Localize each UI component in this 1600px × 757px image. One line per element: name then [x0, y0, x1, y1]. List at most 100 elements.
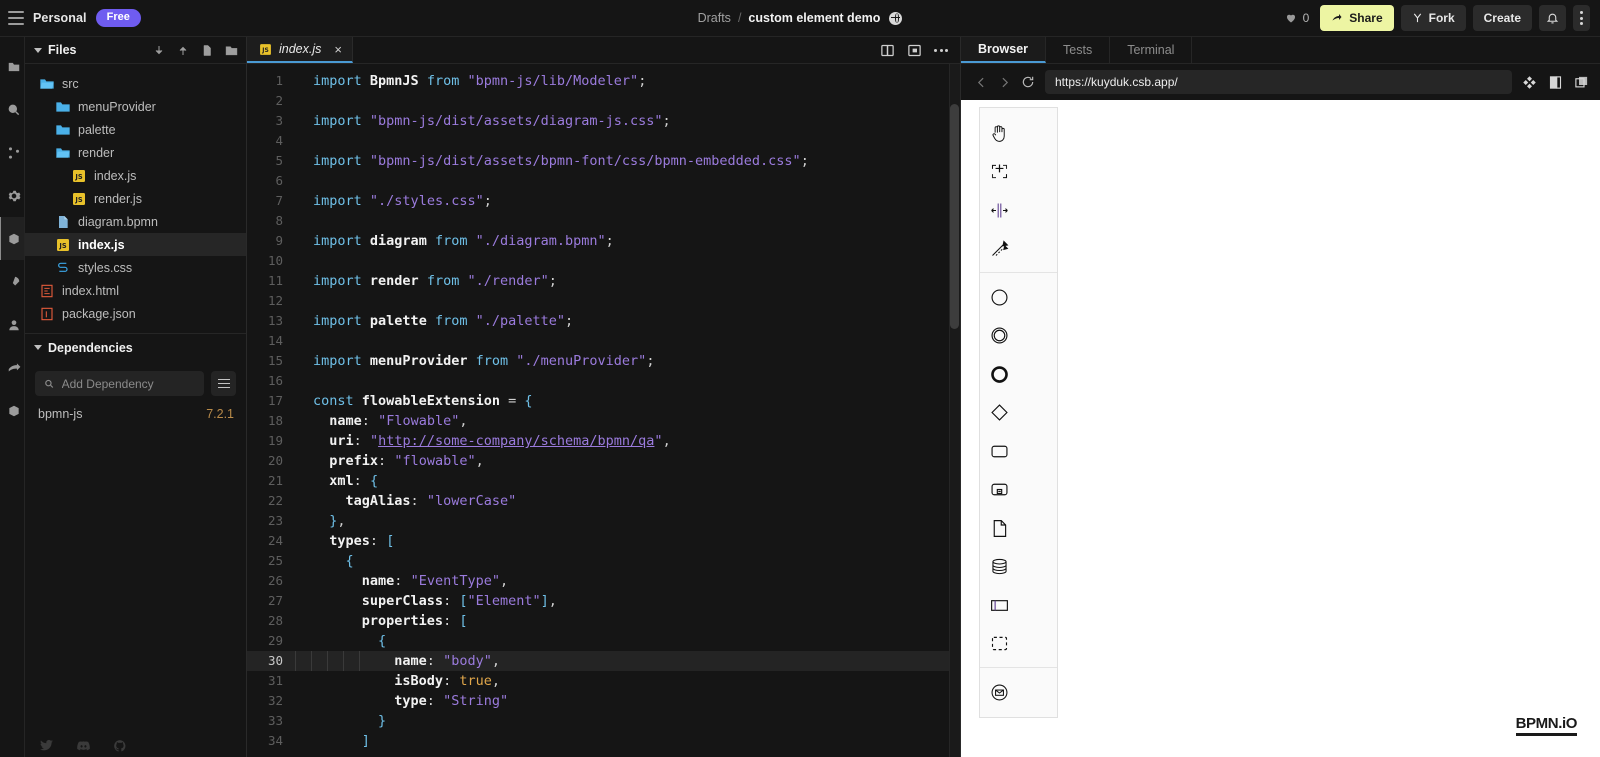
data-store-icon[interactable] — [980, 548, 1020, 587]
twitter-icon[interactable] — [39, 739, 54, 753]
rail-item-deploy[interactable] — [0, 260, 24, 303]
rail-item-git[interactable] — [0, 131, 24, 174]
kebab-menu-icon — [1580, 11, 1583, 25]
intermediate-event-icon[interactable] — [980, 317, 1020, 356]
tree-item-index-js[interactable]: JS index.js — [25, 233, 246, 256]
rail-item-settings[interactable] — [0, 174, 24, 217]
github-icon[interactable] — [113, 739, 127, 753]
rail-item-dependencies[interactable] — [0, 217, 24, 260]
task-icon[interactable] — [980, 432, 1020, 471]
overflow-menu-button[interactable] — [1573, 5, 1590, 31]
browser-back-button[interactable] — [975, 76, 988, 89]
code-line: 28 properties: [ — [247, 611, 960, 631]
line-number: 11 — [267, 273, 283, 288]
dependency-list: bpmn-js 7.2.1 — [25, 402, 246, 426]
create-button[interactable]: Create — [1472, 5, 1532, 31]
line-text — [295, 291, 313, 311]
gateway-icon[interactable] — [980, 394, 1020, 433]
tree-item-index-js[interactable]: JS index.js — [25, 164, 246, 187]
upload-icon[interactable] — [177, 44, 189, 57]
dependency-search-box[interactable] — [35, 371, 204, 396]
rail-item-search[interactable] — [0, 88, 24, 131]
line-number: 16 — [267, 373, 283, 388]
caret-down-icon[interactable] — [34, 47, 42, 53]
dependency-menu-button[interactable] — [211, 371, 236, 396]
tree-item-render-js[interactable]: JS render.js — [25, 187, 246, 210]
share-button[interactable]: Share — [1320, 5, 1394, 31]
tree-item-menuProvider[interactable]: menuProvider — [25, 95, 246, 118]
group-icon[interactable] — [980, 625, 1020, 664]
split-editor-icon[interactable] — [880, 43, 895, 58]
bpmn-canvas[interactable]: BPMN.iO — [961, 100, 1600, 757]
new-folder-icon[interactable] — [225, 44, 238, 57]
url-field[interactable] — [1045, 70, 1512, 94]
editor-tab-index-js[interactable]: JS index.js × — [247, 37, 353, 63]
connect-tool-icon[interactable] — [980, 230, 1020, 269]
rail-item-account[interactable] — [0, 303, 24, 346]
dependency-search-input[interactable] — [61, 376, 195, 391]
tree-item-render[interactable]: render — [25, 141, 246, 164]
line-text: types: [ — [329, 533, 395, 549]
hand-tool-icon[interactable] — [980, 114, 1020, 153]
code-area[interactable]: 1 import BpmnJS from "bpmn-js/lib/Modeler… — [247, 64, 960, 757]
tree-item-diagram-bpmn[interactable]: diagram.bpmn — [25, 210, 246, 233]
tree-item-palette[interactable]: palette — [25, 118, 246, 141]
notifications-button[interactable] — [1539, 5, 1566, 31]
page-title[interactable]: custom element demo — [748, 11, 880, 25]
file-tree: src menuProvider palette render JS index.js JS… — [25, 64, 246, 329]
browser-forward-button[interactable] — [998, 76, 1011, 89]
editor-scrollbar[interactable] — [949, 64, 960, 757]
line-number: 18 — [267, 413, 283, 428]
like-counter[interactable]: 0 — [1285, 11, 1309, 25]
palette-separator — [980, 272, 1057, 273]
end-event-icon[interactable] — [980, 355, 1020, 394]
url-input[interactable] — [1055, 75, 1502, 89]
start-event-icon[interactable] — [980, 278, 1020, 317]
globe-icon[interactable] — [889, 11, 903, 25]
share-node-icon — [8, 362, 21, 371]
editor-overflow-icon[interactable] — [934, 48, 948, 52]
preview-tab-tests[interactable]: Tests — [1046, 37, 1111, 63]
line-number: 17 — [267, 393, 283, 408]
lasso-tool-icon[interactable] — [980, 153, 1020, 192]
hamburger-icon[interactable] — [8, 11, 24, 25]
responsive-preview-icon[interactable] — [1522, 75, 1537, 90]
dependency-row[interactable]: bpmn-js 7.2.1 — [25, 402, 246, 426]
fork-button[interactable]: Fork — [1400, 5, 1466, 31]
new-preview-pane-icon[interactable] — [1574, 75, 1589, 90]
plan-badge[interactable]: Free — [95, 9, 141, 27]
discord-icon[interactable] — [76, 739, 91, 753]
tree-item-package-json[interactable]: package.json — [25, 302, 246, 325]
bpmnio-logo[interactable]: BPMN.iO — [1515, 715, 1577, 736]
code-line: 5 import "bpmn-js/dist/assets/bpmn-font/c… — [247, 151, 960, 171]
data-object-icon[interactable] — [980, 509, 1020, 548]
close-icon[interactable]: × — [334, 43, 342, 56]
participant-icon[interactable] — [980, 586, 1020, 625]
tree-item-index-html[interactable]: index.html — [25, 279, 246, 302]
rail-item-box[interactable] — [0, 389, 24, 432]
browser-reload-button[interactable] — [1021, 75, 1035, 89]
open-in-new-window-icon[interactable] — [1548, 75, 1563, 90]
tree-item-src[interactable]: src — [25, 72, 246, 95]
breadcrumb-drafts[interactable]: Drafts — [698, 11, 731, 25]
custom-message-icon[interactable] — [980, 673, 1020, 712]
code-line: 27 superClass: ["Element"], — [247, 591, 960, 611]
editor-scrollbar-thumb[interactable] — [950, 104, 959, 329]
new-file-icon[interactable] — [201, 44, 213, 57]
open-preview-icon[interactable] — [907, 43, 922, 58]
workspace-name[interactable]: Personal — [33, 11, 87, 25]
rail-item-share-node[interactable] — [0, 346, 24, 389]
download-icon[interactable] — [153, 44, 165, 57]
space-tool-icon[interactable] — [980, 191, 1020, 230]
preview-tab-browser[interactable]: Browser — [961, 37, 1047, 63]
subprocess-icon[interactable] — [980, 471, 1020, 510]
code-line: 8 — [247, 211, 960, 231]
dependencies-panel: Dependencies bpmn-js 7.2.1 — [25, 333, 246, 426]
files-panel-header: Files — [25, 37, 246, 64]
code-line: 32 type: "String" — [247, 691, 960, 711]
caret-down-icon[interactable] — [34, 345, 42, 350]
tree-item-styles-css[interactable]: styles.css — [25, 256, 246, 279]
preview-tab-terminal[interactable]: Terminal — [1110, 37, 1193, 63]
rail-item-files[interactable] — [0, 45, 24, 88]
line-number: 31 — [267, 673, 283, 688]
